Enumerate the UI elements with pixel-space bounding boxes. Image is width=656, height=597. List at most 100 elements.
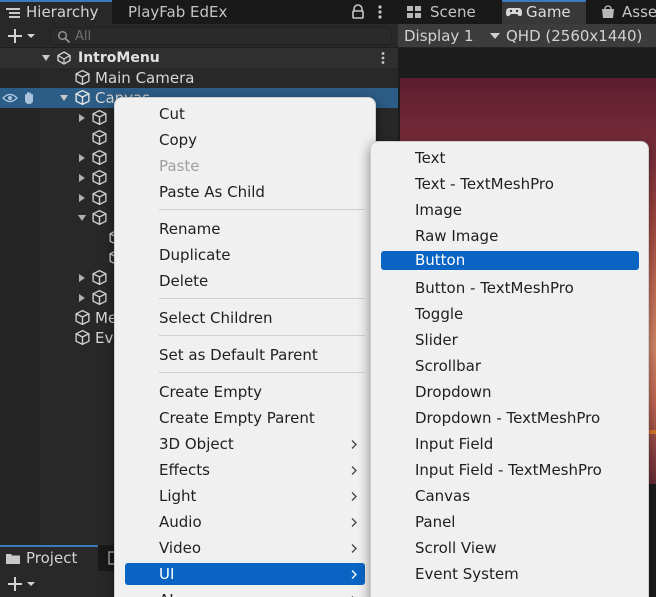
- tab-project[interactable]: Project: [0, 545, 98, 571]
- menu-item-ui[interactable]: UI: [125, 563, 365, 585]
- submenu-item-button[interactable]: Button: [381, 251, 639, 270]
- resolution-dropdown[interactable]: QHD (2560x1440): [506, 24, 656, 48]
- menu-item-label: Light: [159, 487, 197, 505]
- tab-hierarchy[interactable]: Hierarchy: [0, 0, 112, 24]
- search-input[interactable]: [75, 28, 375, 44]
- menu-item-paste: Paste: [125, 155, 365, 177]
- submenu-item-raw-image[interactable]: Raw Image: [381, 225, 639, 247]
- menu-item-set-default-parent[interactable]: Set as Default Parent: [125, 344, 365, 366]
- menu-item-select-children[interactable]: Select Children: [125, 307, 365, 329]
- submenu-item-button-tmp[interactable]: Button - TextMeshPro: [381, 277, 639, 299]
- tab-playfab-label: PlayFab EdEx: [128, 3, 228, 21]
- menu-separator: [159, 209, 365, 210]
- menu-item-label: Rename: [159, 220, 221, 238]
- menu-item-label: AI: [159, 591, 174, 597]
- submenu-item-label: Slider: [415, 331, 458, 349]
- menu-item-3d-object[interactable]: 3D Object: [125, 433, 365, 455]
- eye-icon[interactable]: [2, 93, 18, 103]
- pickable-hand-icon[interactable]: [22, 91, 36, 105]
- add-object-button[interactable]: [4, 26, 38, 46]
- submenu-item-text[interactable]: Text: [381, 147, 639, 169]
- chevron-right-icon[interactable]: [78, 174, 86, 182]
- chevron-right-icon[interactable]: [78, 194, 86, 202]
- chevron-right-icon: [351, 544, 357, 553]
- chevron-right-icon: [351, 518, 357, 527]
- menu-item-label: 3D Object: [159, 435, 234, 453]
- menu-item-video[interactable]: Video: [125, 537, 365, 559]
- resolution-value: QHD (2560x1440): [506, 27, 643, 45]
- menu-item-light[interactable]: Light: [125, 485, 365, 507]
- menu-item-effects[interactable]: Effects: [125, 459, 365, 481]
- menu-item-duplicate[interactable]: Duplicate: [125, 244, 365, 266]
- game-toolbar: Display 1 QHD (2560x1440): [398, 24, 656, 48]
- menu-item-label: Create Empty: [159, 383, 262, 401]
- submenu-item-canvas[interactable]: Canvas: [381, 485, 639, 507]
- submenu-item-dropdown-tmp[interactable]: Dropdown - TextMeshPro: [381, 407, 639, 429]
- gameobject-cube-icon: [92, 149, 107, 166]
- menu-item-label: Effects: [159, 461, 210, 479]
- lock-icon[interactable]: [350, 4, 366, 20]
- chevron-down-icon[interactable]: [60, 94, 68, 102]
- game-tab-bar: Scene Game Asse: [398, 0, 656, 24]
- submenu-item-label: Panel: [415, 513, 456, 531]
- scene-grid-icon: [407, 6, 421, 18]
- chevron-right-icon[interactable]: [78, 274, 86, 282]
- chevron-right-icon[interactable]: [78, 154, 86, 162]
- hierarchy-search-field[interactable]: [50, 27, 392, 45]
- submenu-item-label: Input Field - TextMeshPro: [415, 461, 602, 479]
- folder-icon: [6, 554, 20, 564]
- menu-separator: [159, 335, 365, 336]
- tree-row-label: Ev: [95, 329, 114, 347]
- chevron-right-icon[interactable]: [78, 114, 86, 122]
- submenu-item-event-system[interactable]: Event System: [381, 563, 639, 585]
- menu-item-audio[interactable]: Audio: [125, 511, 365, 533]
- tree-row-main-camera[interactable]: Main Camera: [0, 68, 398, 88]
- hierarchy-tab-bar: Hierarchy PlayFab EdEx: [0, 0, 398, 24]
- gameobject-cube-icon: [75, 89, 90, 106]
- submenu-item-panel[interactable]: Panel: [381, 511, 639, 533]
- chevron-down-icon[interactable]: [42, 54, 50, 62]
- tab-scene[interactable]: Scene: [406, 0, 496, 24]
- menu-item-label: Delete: [159, 272, 209, 290]
- scene-row-intromenu[interactable]: IntroMenu: [0, 48, 398, 68]
- menu-item-label: Duplicate: [159, 246, 231, 264]
- tab-asset-store[interactable]: Asse: [592, 0, 656, 24]
- tab-game[interactable]: Game: [502, 0, 586, 24]
- display-dropdown[interactable]: Display 1: [404, 24, 500, 48]
- search-icon: [58, 31, 71, 44]
- list-icon: [6, 8, 20, 18]
- gameobject-cube-icon: [92, 109, 107, 126]
- tab-asset-store-label: Asse: [622, 3, 656, 21]
- gameobject-cube-icon: [92, 289, 107, 306]
- scene-menu-icon[interactable]: [378, 51, 388, 65]
- submenu-item-input-field[interactable]: Input Field: [381, 433, 639, 455]
- menu-item-create-empty-parent[interactable]: Create Empty Parent: [125, 407, 365, 429]
- submenu-item-dropdown[interactable]: Dropdown: [381, 381, 639, 403]
- submenu-item-image[interactable]: Image: [381, 199, 639, 221]
- menu-item-label: Set as Default Parent: [159, 346, 318, 364]
- gameobject-cube-icon: [92, 189, 107, 206]
- submenu-item-text-tmp[interactable]: Text - TextMeshPro: [381, 173, 639, 195]
- tree-row-label: Main Camera: [95, 69, 195, 87]
- submenu-item-slider[interactable]: Slider: [381, 329, 639, 351]
- menu-item-cut[interactable]: Cut: [125, 103, 365, 125]
- menu-item-label: Select Children: [159, 309, 273, 327]
- submenu-item-scrollbar[interactable]: Scrollbar: [381, 355, 639, 377]
- submenu-item-label: Image: [415, 201, 462, 219]
- menu-item-rename[interactable]: Rename: [125, 218, 365, 240]
- add-asset-button[interactable]: [4, 574, 38, 594]
- submenu-item-input-field-tmp[interactable]: Input Field - TextMeshPro: [381, 459, 639, 481]
- chevron-down-icon[interactable]: [78, 214, 86, 222]
- menu-item-delete[interactable]: Delete: [125, 270, 365, 292]
- submenu-item-label: Raw Image: [415, 227, 499, 245]
- submenu-item-scroll-view[interactable]: Scroll View: [381, 537, 639, 559]
- menu-item-create-empty[interactable]: Create Empty: [125, 381, 365, 403]
- panel-menu-icon[interactable]: [374, 3, 386, 21]
- menu-item-paste-as-child[interactable]: Paste As Child: [125, 181, 365, 203]
- submenu-item-toggle[interactable]: Toggle: [381, 303, 639, 325]
- tab-playfab-edex[interactable]: PlayFab EdEx: [118, 0, 318, 24]
- submenu-item-label: Button - TextMeshPro: [415, 279, 574, 297]
- menu-item-ai[interactable]: AI: [125, 589, 365, 597]
- chevron-right-icon[interactable]: [78, 294, 86, 302]
- menu-item-copy[interactable]: Copy: [125, 129, 365, 151]
